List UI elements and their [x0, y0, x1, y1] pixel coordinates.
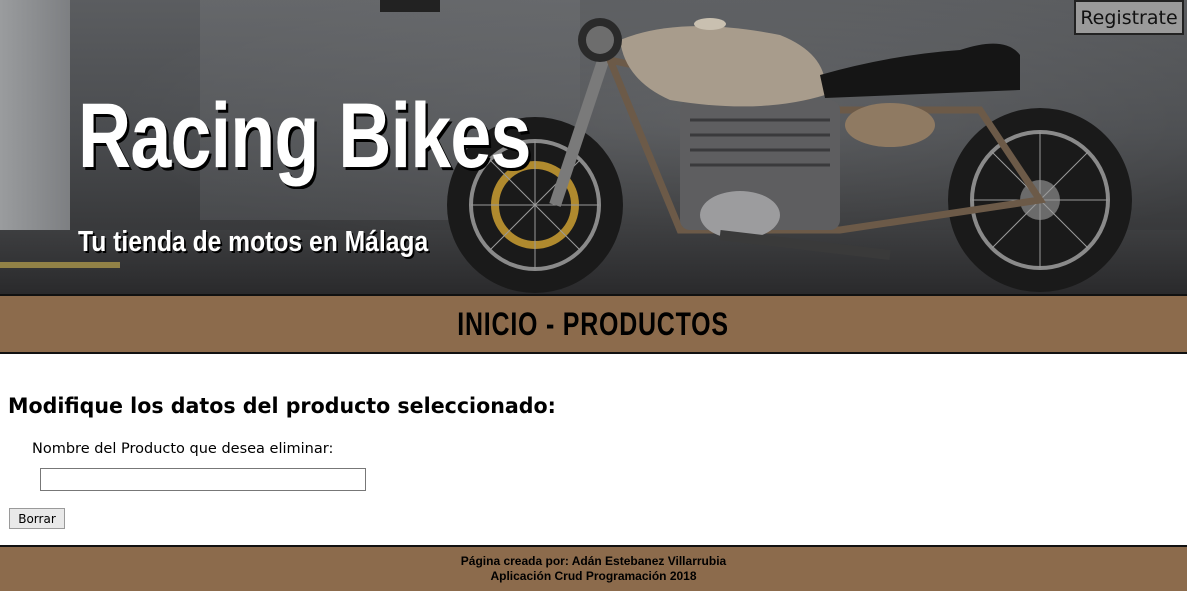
motorcycle-image: [447, 18, 1132, 293]
register-button[interactable]: Registrate: [1074, 0, 1184, 35]
footer-app-info: Aplicación Crud Programación 2018: [490, 569, 697, 583]
main-nav: INICIO - PRODUCTOS: [0, 294, 1187, 354]
footer-credit: Página creada por: Adán Estebanez Villar…: [460, 554, 727, 568]
nav-link-inicio[interactable]: INICIO: [458, 306, 539, 342]
delete-button[interactable]: Borrar: [9, 508, 65, 529]
page-heading: Modifique los datos del producto selecci…: [8, 394, 556, 418]
nav-link-productos[interactable]: PRODUCTOS: [563, 306, 729, 342]
product-name-label: Nombre del Producto que desea eliminar:: [32, 441, 334, 457]
nav-menu: INICIO - PRODUCTOS: [458, 306, 730, 343]
floor-marking: [0, 262, 120, 268]
site-subtitle: Tu tienda de motos en Málaga: [78, 226, 429, 258]
product-name-input[interactable]: [40, 468, 366, 491]
page-footer: Página creada por: Adán Estebanez Villar…: [0, 545, 1187, 591]
nav-separator: -: [538, 305, 564, 342]
site-title: Racing Bikes: [78, 85, 531, 187]
hero-banner: Racing Bikes Tu tienda de motos en Málag…: [0, 0, 1187, 294]
